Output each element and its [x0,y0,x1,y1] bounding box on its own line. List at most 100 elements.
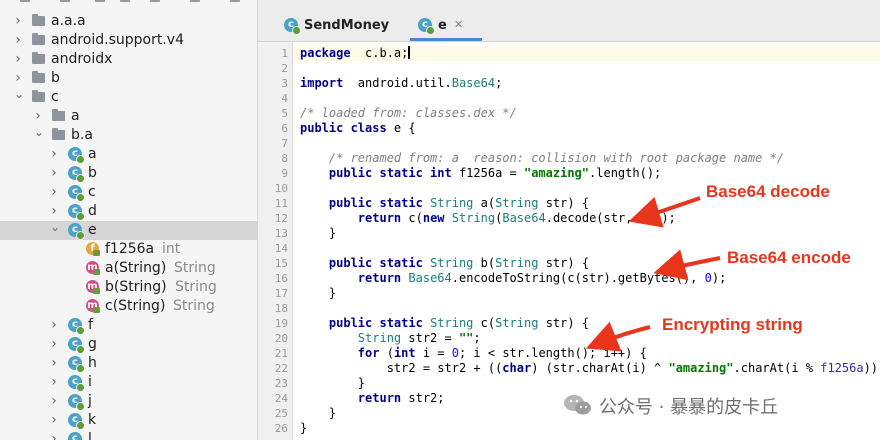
toolbar-icon[interactable] [95,0,105,2]
tab-e[interactable]: c e ✕ [410,10,482,41]
code-line[interactable]: } [300,376,365,391]
tree-item-package[interactable]: › b [0,69,257,88]
code-line[interactable]: public static String b(String str) { [300,256,589,271]
chevron-down-icon[interactable]: ⌄ [50,221,60,233]
code-token: } [300,421,308,435]
chevron-right-icon[interactable]: › [50,375,58,389]
code-line[interactable]: public class e { [300,121,416,136]
chevron-right-icon[interactable]: › [14,71,22,85]
tree-item-label: f [88,317,93,333]
tree-item-class[interactable]: › c j [0,392,257,411]
toolbar-icon[interactable] [190,0,200,2]
code-line[interactable]: import android.util.Base64; [300,76,502,91]
tree-item-class[interactable]: › c b [0,164,257,183]
chevron-right-icon[interactable]: › [14,52,22,66]
chevron-right-icon[interactable]: › [34,109,42,123]
chevron-right-icon[interactable]: › [50,432,58,440]
chevron-right-icon[interactable]: › [50,318,58,332]
code-line[interactable]: package c.b.a; [293,46,880,61]
line-number: 18 [274,302,288,315]
tree-item-package[interactable]: ⌄ b.a [0,126,257,145]
code-token: ( [379,346,394,360]
toolbar-icon[interactable] [150,0,160,2]
tree-item-class[interactable]: › c c [0,183,257,202]
chevron-right-icon[interactable]: › [50,166,58,180]
tree-item-method[interactable]: m c(String) String [0,297,257,316]
tree-item-label: f1256a [105,241,155,257]
tab-sendmoney[interactable]: c SendMoney [284,10,394,41]
code-line[interactable]: String str2 = ""; [300,331,481,346]
chevron-right-icon[interactable]: › [50,337,58,351]
tree-item-type: String [174,260,216,276]
code-token: } [300,376,366,390]
tree-item-class[interactable]: › c d [0,202,257,221]
chevron-right-icon[interactable]: › [14,33,22,47]
code-line[interactable]: return c(new String(Base64.decode(str, 0… [300,211,676,226]
chevron-down-icon[interactable]: ⌄ [14,88,24,100]
tree-item-class[interactable]: › c a [0,145,257,164]
tree-item-label: h [88,355,97,371]
tree-item-package[interactable]: ⌄ c [0,88,257,107]
code-editor[interactable]: package c.b.a; import android.util.Base64… [293,42,880,440]
chevron-right-icon[interactable]: › [50,147,58,161]
code-line[interactable]: } [300,421,307,436]
package-folder-icon [32,71,45,83]
chevron-right-icon[interactable]: › [50,204,58,218]
code-token: ; [495,76,503,90]
tree-item-class[interactable]: › c k [0,411,257,430]
code-line[interactable]: /* renamed from: a reason: collision wit… [300,151,784,166]
method-icon: m [86,280,101,295]
tree-item-type: String [173,298,215,314]
tree-item-class[interactable]: › c i [0,373,257,392]
code-line[interactable]: return str2; [300,391,445,406]
tree-item-class[interactable]: ⌄ c e [0,221,257,240]
code-token: c.b.a; [350,46,409,60]
code-token: i = [415,346,452,360]
tree-item-class[interactable]: › c l [0,430,257,440]
chevron-right-icon[interactable]: › [50,356,58,370]
line-number-gutter: 1 2 3 4 5 6 7 8 9 10 11 12 13 14 15 16 17 18 19 20 21 22 23 24 2… [258,42,293,440]
code-line[interactable]: str2 = str2 + ((char) (str.charAt(i) ^ "… [300,361,880,376]
tree-item-label: l [88,431,92,440]
code-line[interactable]: } [300,226,336,241]
toolbar-icon[interactable] [60,0,70,2]
code-line[interactable]: } [300,286,336,301]
tree-item-package[interactable]: › androidx [0,50,257,69]
tree-item-package[interactable]: › a.a.a [0,12,257,31]
tree-item-class[interactable]: › c g [0,335,257,354]
tree-item-package[interactable]: › android.support.v4 [0,31,257,50]
code-line[interactable]: public static String c(String str) { [300,316,589,331]
code-line[interactable]: } [300,406,336,421]
line-number: 17 [274,287,288,300]
code-line[interactable]: public static int f1256a = "amazing".len… [300,166,661,181]
toolbar-icon[interactable] [230,0,240,2]
chevron-right-icon[interactable]: › [50,413,58,427]
tree-item-method[interactable]: m a(String) String [0,259,257,278]
tree-item-class[interactable]: › c h [0,354,257,373]
code-line[interactable]: public static String a(String str) { [300,196,589,211]
code-token: f1256a [820,361,864,375]
code-token: ; [473,331,481,345]
line-number: 22 [274,362,288,375]
code-line[interactable]: return Base64.encodeToString(c(str).getB… [300,271,727,286]
chevron-right-icon[interactable]: › [50,185,58,199]
chevron-right-icon[interactable]: › [14,14,22,28]
code-line[interactable]: /* loaded from: classes.dex */ [300,106,517,121]
toolbar-icon[interactable] [20,0,30,2]
toolbar-icon[interactable] [120,0,130,2]
tab-label: SendMoney [304,18,390,33]
tree-item-field[interactable]: f f1256a int [0,240,257,259]
chevron-right-icon[interactable]: › [50,394,58,408]
chevron-down-icon[interactable]: ⌄ [34,126,44,138]
tree-item-package[interactable]: › a [0,107,257,126]
close-icon[interactable]: ✕ [454,19,464,30]
tree-item-class[interactable]: › c f [0,316,257,335]
annotation-base64-decode: Base64 decode [706,182,830,201]
tree-item-method[interactable]: m b(String) String [0,278,257,297]
code-line[interactable]: for (int i = 0; i < str.length(); i++) { [300,346,647,361]
